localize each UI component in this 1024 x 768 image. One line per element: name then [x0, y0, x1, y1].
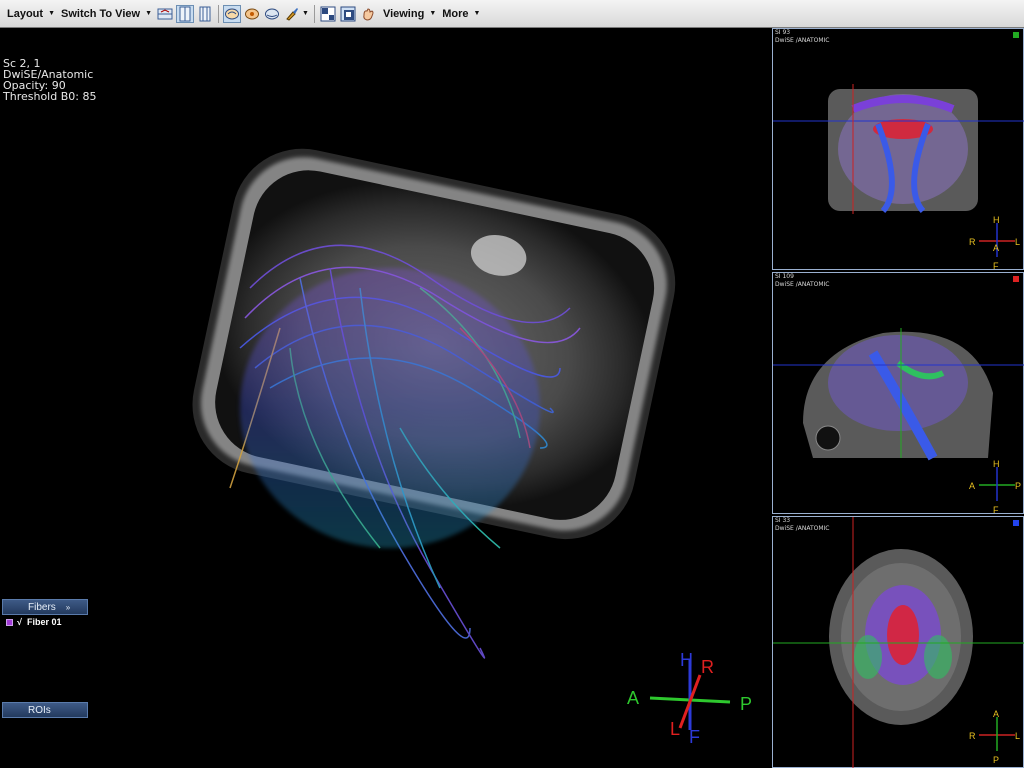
view-split-horizontal-icon[interactable]	[156, 5, 174, 23]
fiber-visible-checkmark[interactable]: √	[17, 617, 22, 627]
sagittal-view-info: SI 109 DwiSE /ANATOMIC	[775, 273, 829, 289]
brain-outline-icon[interactable]	[223, 4, 241, 23]
axis-label-p: P	[740, 694, 752, 714]
fiber-item-label: Fiber 01	[26, 617, 62, 627]
axis-label: L	[1015, 731, 1020, 741]
series-name: DwiSE /ANATOMIC	[775, 37, 830, 44]
coronal-view-info: SI 93 DwiSE /ANATOMIC	[775, 29, 829, 45]
orientation-axes-widget: A P H F R L	[627, 650, 752, 747]
view-info-line: Threshold B0: 85	[3, 90, 97, 103]
view-info-overlay: Sc 2, 1 DwiSE/Anatomic Opacity: 90 Thres…	[3, 58, 96, 102]
multi-layout-icon[interactable]	[339, 5, 357, 23]
viewing-menu-label: Viewing	[382, 7, 425, 20]
axis-label: A	[993, 709, 999, 719]
switch-to-view-label: Switch To View	[61, 7, 141, 20]
axial-view-info: SI 33 DwiSE /ANATOMIC	[775, 517, 829, 533]
fiber-list-item[interactable]: √ Fiber 01	[6, 617, 61, 627]
fibers-panel-title: Fibers	[28, 601, 56, 613]
view-indicator-dot	[1013, 520, 1019, 526]
chevron-down-icon: ▼	[48, 10, 55, 17]
view-indicator-dot	[1013, 32, 1019, 38]
series-name: DwiSE /ANATOMIC	[775, 525, 830, 532]
axis-label-a: A	[627, 688, 639, 708]
layout-menu-label: Layout	[7, 7, 44, 20]
sagittal-view[interactable]: SI 109 DwiSE /ANATOMIC H A P F	[772, 272, 1024, 515]
toolbar-separator	[313, 4, 315, 23]
axis-label: R	[969, 237, 976, 247]
axial-view[interactable]: SI 33 DwiSE /ANATOMIC A R L P	[772, 516, 1024, 768]
main-toolbar: Layout ▼ Switch To View ▼ ▼ Viewing ▼ Mo	[0, 0, 1024, 28]
switch-to-view-menu[interactable]: Switch To View ▼	[58, 3, 155, 25]
axis-label-l: L	[670, 719, 680, 739]
slice-number: SI 109	[775, 273, 794, 280]
axis-label: R	[969, 731, 976, 741]
expand-icon[interactable]: »	[66, 603, 70, 612]
axis-label: A	[969, 481, 975, 491]
chevron-down-icon[interactable]: ▼	[302, 10, 309, 17]
slice-number: SI 33	[775, 517, 791, 524]
view-indicator-dot	[1013, 276, 1019, 282]
fiber-density-haze	[240, 268, 540, 548]
axis-label: P	[1015, 481, 1021, 491]
grid-layout-icon[interactable]	[319, 5, 337, 23]
axis-label: F	[993, 261, 999, 271]
brain-surface-icon[interactable]	[263, 5, 281, 23]
view-split-vertical-icon[interactable]	[176, 4, 194, 23]
main-3d-viewport[interactable]: Sc 2, 1 DwiSE/Anatomic Opacity: 90 Thres…	[0, 28, 770, 768]
axis-label: A	[993, 243, 999, 253]
axis-label-r: R	[701, 657, 714, 677]
more-menu[interactable]: More ▼	[439, 3, 483, 25]
axis-label-f: F	[689, 727, 700, 747]
axis-label: L	[1015, 237, 1020, 247]
axial-orientation-widget: A R L P	[969, 709, 1020, 765]
fibers-panel-header[interactable]: Fibers »	[2, 599, 88, 615]
hand-pan-icon[interactable]	[359, 5, 377, 23]
more-menu-label: More	[442, 7, 469, 20]
fiber-color-swatch[interactable]	[6, 618, 13, 626]
chevron-down-icon: ▼	[145, 10, 152, 17]
chevron-down-icon: ▼	[473, 10, 481, 17]
rois-panel-title: ROIs	[28, 704, 51, 716]
axis-label: H	[993, 215, 1000, 225]
axis-label-h: H	[680, 650, 693, 670]
brain-segment-icon[interactable]	[243, 5, 261, 23]
view-columns-icon[interactable]	[196, 5, 214, 23]
coronal-view[interactable]: SI 93 DwiSE /ANATOMIC H R A L F	[772, 28, 1024, 271]
chevron-down-icon: ▼	[429, 10, 437, 17]
series-name: DwiSE /ANATOMIC	[775, 281, 830, 288]
axis-label: P	[993, 755, 999, 765]
slice-number: SI 93	[775, 29, 791, 36]
paint-brush-icon[interactable]	[283, 5, 301, 23]
axis-label: H	[993, 459, 1000, 469]
rois-panel-header[interactable]: ROIs	[2, 702, 88, 718]
viewing-menu[interactable]: Viewing ▼	[380, 3, 439, 25]
layout-menu[interactable]: Layout ▼	[4, 3, 58, 25]
axis-label: F	[993, 505, 999, 515]
sagittal-orientation-widget: H A P F	[969, 459, 1021, 515]
toolbar-separator	[218, 4, 219, 23]
coronal-orientation-widget: H R A L F	[969, 215, 1020, 271]
